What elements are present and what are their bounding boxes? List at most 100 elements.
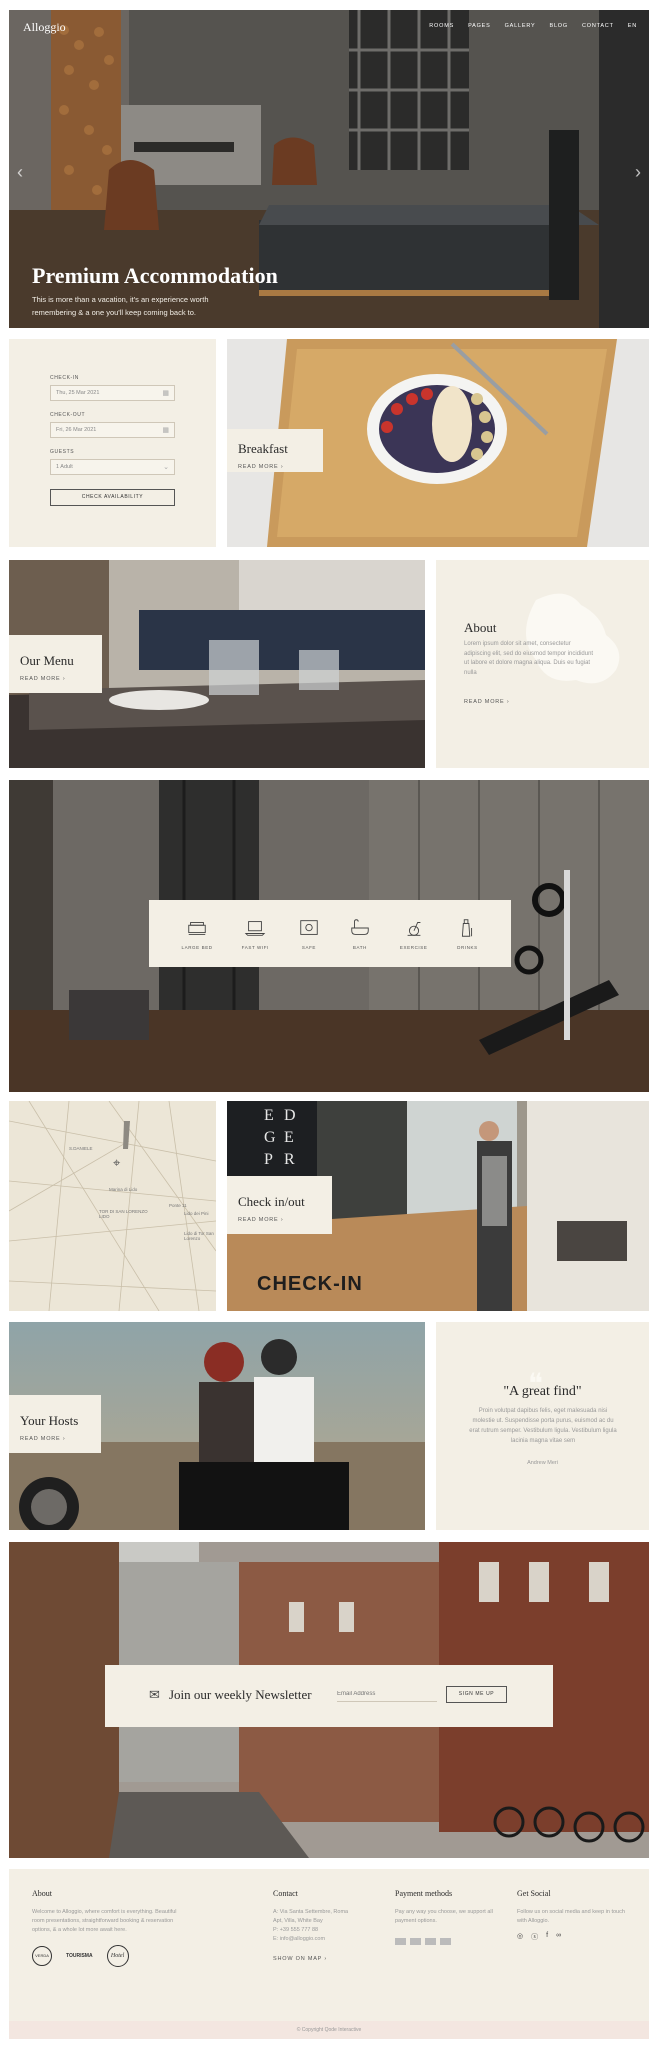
checkout-value: Fri, 26 Mar 2021 — [56, 427, 97, 433]
credit-card-icon — [395, 1938, 406, 1945]
hero-banner: Alloggio ROOMS PAGES GALLERY BLOG CONTAC… — [9, 10, 649, 328]
slider-prev-arrow-icon[interactable]: ‹ — [17, 162, 23, 183]
nav-item-contact[interactable]: CONTACT — [582, 23, 614, 29]
nav-item-pages[interactable]: PAGES — [468, 23, 491, 29]
about-read-more[interactable]: READ MORE › — [464, 699, 509, 705]
site-footer: About Welcome to Alloggio, where comfort… — [9, 1869, 649, 2021]
chevron-down-icon: ⌄ — [163, 464, 169, 471]
credit-card-icon — [410, 1938, 421, 1945]
newsletter-box: ✉ Join our weekly Newsletter SIGN ME UP — [105, 1665, 553, 1727]
amenity-label: DRINKS — [457, 945, 478, 950]
testimonial-title: "A great find" — [503, 1384, 582, 1399]
credit-card-icon — [425, 1938, 436, 1945]
footer-about-text: Welcome to Alloggio, where comfort is ev… — [32, 1909, 177, 1933]
footer-about: About Welcome to Alloggio, where comfort… — [32, 1889, 182, 1967]
tripadvisor-icon[interactable]: ∞ — [556, 1932, 561, 1942]
contact-line: Apt, Villa, White Bay — [273, 1918, 323, 1924]
hosts-card[interactable]: Your Hosts READ MORE › — [9, 1322, 425, 1530]
footer-payment: Payment methods Pay any way you choose, … — [395, 1889, 495, 1945]
envelope-icon: ✉ — [149, 1687, 160, 1702]
footer-social-title: Get Social — [517, 1889, 551, 1898]
checkin-title: Check in/out — [238, 1194, 305, 1209]
booking-form: CHECK-IN Thu, 25 Mar 2021 ▦ CHECK-OUT Fr… — [9, 339, 216, 547]
guests-select[interactable]: 1 Adult ⌄ — [50, 459, 175, 475]
nav-item-gallery[interactable]: GALLERY — [505, 23, 536, 29]
menu-read-more[interactable]: READ MORE › — [20, 676, 91, 682]
breakfast-card[interactable]: Breakfast READ MORE › — [227, 339, 649, 547]
safe-icon — [300, 920, 318, 935]
credit-card-icon — [440, 1938, 451, 1945]
footer-contact-title: Contact — [273, 1889, 298, 1898]
social-icons: ◎ ⓢ f ∞ — [517, 1932, 627, 1942]
about-text: Lorem ipsum dolor sit amet, consectetur … — [464, 641, 594, 676]
wall-letter: P — [264, 1151, 273, 1168]
check-availability-button[interactable]: CHECK AVAILABILITY — [50, 489, 175, 506]
amenities-bar: LARGE BED FAST WIFI SAFE BATH EXERCISE D… — [149, 900, 511, 967]
about-card: About Lorem ipsum dolor sit amet, consec… — [436, 560, 649, 768]
copyright-bar: © Copyright Qode Interactive — [9, 2021, 649, 2039]
sign-me-up-button[interactable]: SIGN ME UP — [446, 1686, 507, 1703]
amenity-fast-wifi: FAST WIFI — [242, 917, 269, 950]
map-label: Ponte 11 — [169, 1203, 187, 1208]
testimonial-author: Andrew Meri — [527, 1460, 558, 1466]
breakfast-title: Breakfast — [238, 441, 288, 456]
partner-logos: VERDA TOURISMA Hotel — [32, 1945, 182, 1967]
checkin-label-box: Check in/out READ MORE › — [227, 1176, 332, 1234]
wall-letter: R — [284, 1151, 295, 1168]
nav-item-blog[interactable]: BLOG — [549, 23, 567, 29]
slider-next-arrow-icon[interactable]: › — [635, 162, 641, 183]
checkin-read-more[interactable]: READ MORE › — [238, 1217, 321, 1223]
testimonial-card: ❝ "A great find" Proin volutpat dapibus … — [436, 1322, 649, 1530]
breakfast-read-more[interactable]: READ MORE › — [238, 464, 312, 470]
checkout-label: CHECK-OUT — [50, 412, 86, 418]
amenity-label: EXERCISE — [399, 945, 428, 950]
amenity-large-bed: LARGE BED — [181, 917, 212, 950]
checkin-field[interactable]: Thu, 25 Mar 2021 ▦ — [50, 385, 175, 401]
footer-payment-title: Payment methods — [395, 1889, 453, 1898]
wall-letter: E — [264, 1107, 280, 1124]
skype-icon[interactable]: ⓢ — [531, 1932, 538, 1942]
nav-menu: ROOMS PAGES GALLERY BLOG CONTACT EN — [429, 23, 637, 29]
contact-line[interactable]: P: +39 555 777 88 — [273, 1926, 373, 1935]
amenity-drinks: DRINKS — [456, 917, 478, 950]
amenity-label: LARGE BED — [181, 945, 213, 950]
checkout-field[interactable]: Fri, 26 Mar 2021 ▦ — [50, 422, 175, 438]
show-on-map-link[interactable]: SHOW ON MAP › — [273, 1956, 373, 1962]
nav-item-rooms[interactable]: ROOMS — [429, 23, 454, 29]
location-map[interactable]: ⌖ Marina di Lido S.DANIELE TOR DI SAN LO… — [9, 1101, 216, 1311]
contact-line: A: Via Santa Settembre, Roma — [273, 1909, 349, 1915]
bike-icon — [407, 922, 421, 936]
partner-logo-icon: TOURISMA — [66, 1953, 93, 1959]
hero-title: Premium Accommodation — [32, 263, 278, 288]
amenity-label: FAST WIFI — [241, 945, 269, 950]
amenity-bath: BATH — [349, 917, 371, 950]
map-label: S.DANIELE — [69, 1146, 93, 1151]
footer-payment-text: Pay any way you choose, we support all p… — [395, 1909, 493, 1924]
hosts-title: Your Hosts — [20, 1413, 79, 1428]
footer-contact: Contact A: Via Santa Settembre, Roma Apt… — [273, 1889, 373, 1962]
hosts-label-box: Your Hosts READ MORE › — [9, 1395, 101, 1453]
copyright-text: © Copyright Qode Interactive — [296, 2027, 362, 2033]
facebook-icon[interactable]: f — [546, 1932, 548, 1942]
menu-card[interactable]: Our Menu READ MORE › — [9, 560, 425, 768]
map-label: Lido dei Pini — [184, 1211, 209, 1216]
menu-label: Our Menu READ MORE › — [9, 635, 102, 693]
wall-letter: E — [284, 1129, 294, 1146]
footer-social-text: Follow us on social media and keep in to… — [517, 1909, 625, 1924]
about-title: About — [464, 620, 497, 635]
amenity-safe: SAFE — [298, 917, 320, 950]
checkin-card[interactable]: E D G E P R CHECK-IN Check in/out READ M… — [227, 1101, 649, 1311]
hosts-read-more[interactable]: READ MORE › — [20, 1436, 90, 1442]
language-selector[interactable]: EN — [628, 23, 637, 29]
contact-line[interactable]: E: info@alloggio.com — [273, 1935, 373, 1944]
checkin-sign: CHECK-IN — [257, 1273, 363, 1295]
instagram-icon[interactable]: ◎ — [517, 1932, 523, 1942]
laptop-icon — [245, 921, 266, 936]
guests-value: 1 Adult — [56, 464, 73, 470]
site-logo[interactable]: Alloggio — [23, 20, 66, 35]
drinks-icon — [462, 919, 473, 937]
calendar-icon: ▦ — [162, 390, 169, 397]
amenity-label: SAFE — [301, 945, 317, 950]
newsletter-email-input[interactable] — [337, 1687, 437, 1702]
partner-logo-icon: Hotel — [106, 1945, 129, 1967]
